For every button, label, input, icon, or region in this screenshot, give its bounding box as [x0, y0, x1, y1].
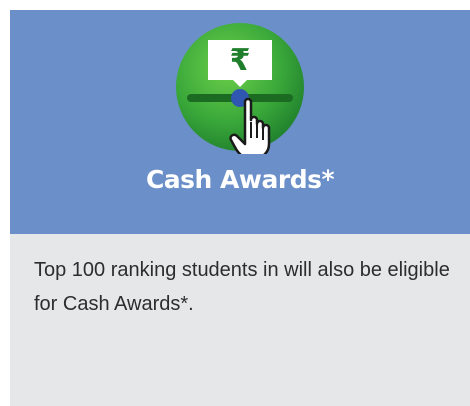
cash-award-icon: ₹ — [173, 20, 307, 154]
rupee-symbol: ₹ — [230, 43, 251, 78]
card-header: ₹ Cash Awards* — [10, 10, 470, 234]
card-title: Cash Awards* — [145, 165, 335, 194]
cash-awards-card: ₹ Cash Awards* Top 100 ranking students … — [10, 10, 470, 406]
card-description: Top 100 ranking students in will also be… — [34, 259, 450, 315]
